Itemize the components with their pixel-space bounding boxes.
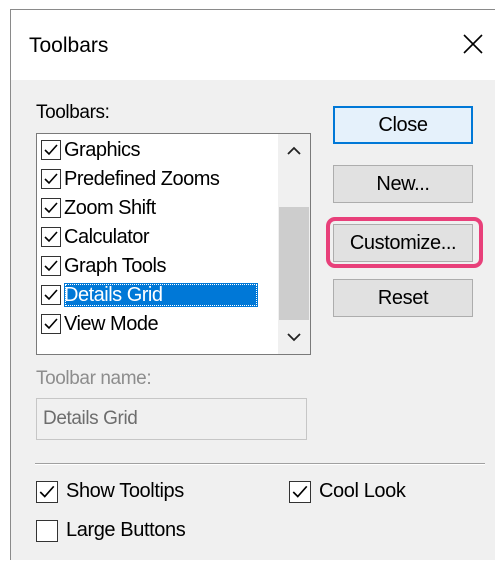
- checkbox[interactable]: [41, 314, 61, 334]
- list-item-label: Calculator: [64, 226, 150, 248]
- list-item[interactable]: View Mode: [41, 310, 162, 338]
- list-item-label: View Mode: [64, 313, 159, 335]
- checkbox[interactable]: [41, 285, 61, 305]
- checkbox[interactable]: [36, 519, 58, 542]
- checkbox[interactable]: [41, 256, 61, 276]
- toolbars-label: Toolbars:: [36, 102, 110, 123]
- checkbox[interactable]: [36, 480, 58, 503]
- window-title: Toolbars: [29, 34, 109, 57]
- customize-button[interactable]: Customize...: [333, 224, 473, 262]
- list-item-label: Graphics: [64, 139, 141, 161]
- list-item-label: Zoom Shift: [64, 197, 156, 219]
- cool-look-label: Cool Look: [319, 480, 406, 502]
- toolbar-name-field[interactable]: [36, 398, 307, 440]
- list-item-label: Predefined Zooms: [64, 168, 220, 190]
- chevron-down-icon[interactable]: [278, 322, 310, 352]
- close-icon[interactable]: [459, 30, 487, 58]
- scroll-thumb[interactable]: [279, 207, 309, 320]
- list-item[interactable]: Zoom Shift: [41, 194, 160, 222]
- large-buttons-label: Large Buttons: [66, 519, 186, 541]
- checkbox[interactable]: [41, 140, 61, 160]
- divider: [35, 463, 485, 465]
- large-buttons-option[interactable]: Large Buttons: [36, 519, 186, 542]
- list-item[interactable]: Graphics: [41, 136, 144, 164]
- new-button[interactable]: New...: [333, 165, 473, 203]
- checkbox[interactable]: [289, 480, 311, 503]
- list-item[interactable]: Predefined Zooms: [41, 165, 223, 193]
- list-scrollbar[interactable]: [278, 134, 310, 354]
- list-item-selected[interactable]: Details Grid: [41, 281, 258, 309]
- toolbar-name-label: Toolbar name:: [36, 368, 152, 389]
- toolbars-dialog: Toolbars Toolbars: Graphics Predefined Z…: [10, 9, 495, 560]
- checkbox[interactable]: [41, 169, 61, 189]
- close-button[interactable]: Close: [333, 106, 473, 144]
- show-tooltips-label: Show Tooltips: [66, 480, 184, 502]
- list-item-label: Graph Tools: [64, 255, 166, 277]
- checkbox[interactable]: [41, 227, 61, 247]
- title-bar: Toolbars: [11, 10, 495, 80]
- toolbars-listbox[interactable]: Graphics Predefined Zooms Zoom Shift Cal…: [36, 133, 311, 355]
- chevron-up-icon[interactable]: [278, 136, 310, 166]
- show-tooltips-option[interactable]: Show Tooltips: [36, 480, 184, 503]
- reset-button[interactable]: Reset: [333, 279, 473, 317]
- checkbox[interactable]: [41, 198, 61, 218]
- cool-look-option[interactable]: Cool Look: [289, 480, 406, 503]
- list-item[interactable]: Graph Tools: [41, 252, 170, 280]
- list-item[interactable]: Calculator: [41, 223, 153, 251]
- list-item-label: Details Grid: [64, 283, 258, 307]
